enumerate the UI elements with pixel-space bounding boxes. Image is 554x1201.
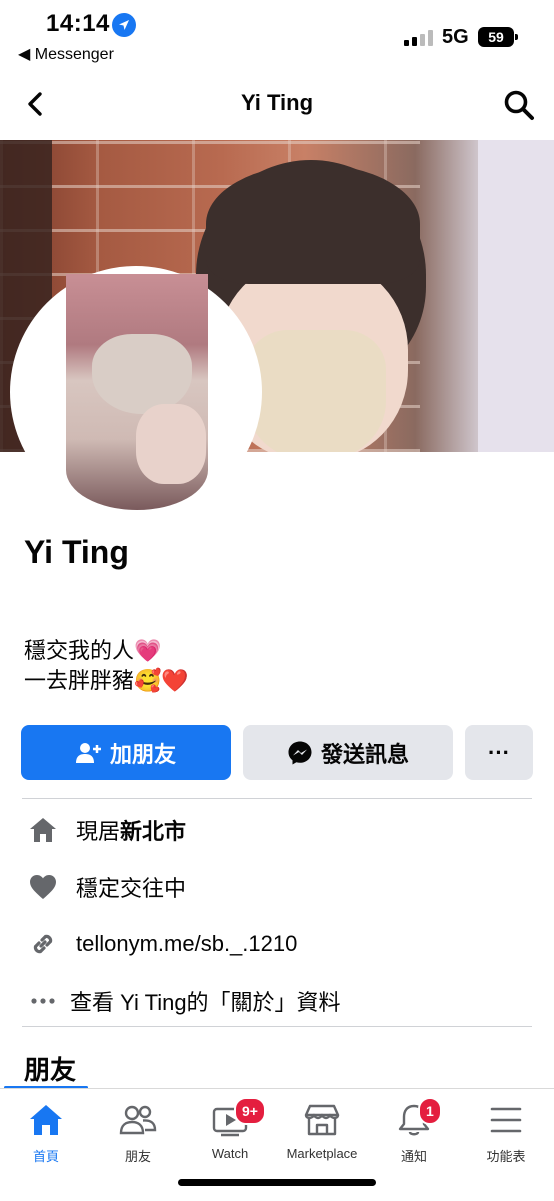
profile-avatar[interactable] bbox=[10, 266, 262, 518]
network-type: 5G bbox=[442, 26, 469, 48]
bio-line: 穩交我的人💗 bbox=[24, 638, 162, 663]
relationship-status: 穩定交往中 bbox=[76, 876, 187, 901]
menu-icon bbox=[460, 1103, 552, 1139]
tab-watch[interactable]: 9+ Watch bbox=[184, 1089, 276, 1169]
bio-line: 一去胖胖豬🥰❤️ bbox=[24, 668, 189, 693]
see-about-info-link[interactable]: 查看 Yi Ting的「關於」資料 bbox=[28, 981, 341, 1021]
cellular-signal-icon bbox=[404, 30, 434, 46]
ellipsis-icon bbox=[28, 986, 58, 1016]
home-icon bbox=[0, 1103, 92, 1139]
profile-name: Yi Ting bbox=[24, 534, 129, 570]
tab-notifications[interactable]: 1 通知 bbox=[368, 1089, 460, 1169]
more-options-button[interactable]: ··· bbox=[465, 725, 533, 780]
add-friend-button[interactable]: 加朋友 bbox=[21, 725, 231, 780]
lives-in-prefix: 現居 bbox=[76, 819, 121, 844]
info-relationship: 穩定交往中 bbox=[28, 867, 186, 907]
more-icon: ··· bbox=[488, 739, 510, 765]
battery-indicator: 59 bbox=[478, 27, 518, 47]
bell-icon bbox=[368, 1103, 460, 1139]
send-message-label: 發送訊息 bbox=[320, 741, 409, 767]
send-message-button[interactable]: 發送訊息 bbox=[243, 725, 453, 780]
divider bbox=[22, 1026, 532, 1027]
location-arrow-icon bbox=[112, 13, 136, 37]
back-to-messenger-link[interactable]: ◀ Messenger bbox=[18, 44, 114, 64]
friends-icon bbox=[92, 1103, 184, 1139]
status-bar: 14:14 ◀ Messenger 5G 59 bbox=[0, 0, 554, 70]
divider bbox=[22, 798, 532, 799]
watch-badge: 9+ bbox=[234, 1097, 266, 1125]
home-icon bbox=[28, 815, 58, 845]
add-friend-label: 加朋友 bbox=[109, 741, 176, 767]
link-icon bbox=[28, 929, 58, 959]
tab-label: 功能表 bbox=[486, 1149, 526, 1164]
messenger-icon bbox=[288, 741, 312, 764]
info-link[interactable]: tellonym.me/sb._.1210 bbox=[28, 924, 297, 964]
profile-bio: 穩交我的人💗 一去胖胖豬🥰❤️ bbox=[24, 636, 189, 696]
tab-home[interactable]: 首頁 bbox=[0, 1089, 92, 1169]
home-indicator bbox=[178, 1179, 376, 1186]
info-lives-in: 現居 新北市 bbox=[28, 810, 186, 850]
tab-friends[interactable]: 朋友 bbox=[92, 1089, 184, 1169]
notifications-badge: 1 bbox=[418, 1097, 442, 1125]
add-friend-icon bbox=[75, 742, 101, 763]
search-icon[interactable] bbox=[502, 88, 536, 122]
heart-icon bbox=[28, 872, 58, 902]
tab-menu[interactable]: 功能表 bbox=[460, 1089, 552, 1169]
profile-nav-bar: Yi Ting bbox=[0, 72, 554, 138]
see-about-info-label: 查看 Yi Ting的「關於」資料 bbox=[70, 990, 341, 1015]
tab-marketplace[interactable]: Marketplace bbox=[276, 1089, 368, 1169]
status-time: 14:14 bbox=[46, 10, 110, 37]
lives-in-city[interactable]: 新北市 bbox=[120, 814, 186, 846]
friends-section-title: 朋友 bbox=[24, 1055, 77, 1085]
marketplace-icon bbox=[276, 1103, 368, 1139]
website-link[interactable]: tellonym.me/sb._.1210 bbox=[76, 931, 297, 957]
page-title: Yi Ting bbox=[240, 90, 314, 115]
